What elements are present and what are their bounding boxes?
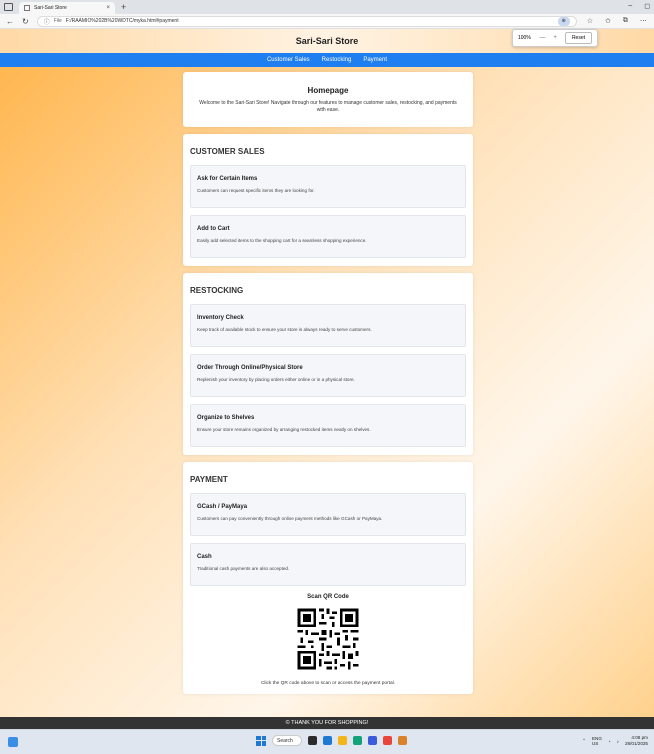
web-page: Sari-Sari Store Customer Sales Restockin… <box>0 29 654 729</box>
site-nav: Customer Sales Restocking Payment <box>0 53 654 67</box>
taskbar-apps: Search <box>256 735 407 746</box>
qr-code-image[interactable] <box>295 606 361 672</box>
feature-card: Ask for Certain Items Customers can requ… <box>190 165 466 208</box>
section-title: RESTOCKING <box>190 286 244 295</box>
feature-text: Customers can request specific items the… <box>197 188 315 193</box>
zoom-level: 100% <box>518 35 531 41</box>
browser-tab-bar: Sari-Sari Store × + – ◻ <box>0 0 654 14</box>
taskbar-search[interactable]: Search <box>272 735 302 746</box>
info-icon[interactable]: ⓘ <box>44 17 50 26</box>
chat-icon[interactable] <box>323 736 332 745</box>
homepage-card: Homepage Welcome to the Sari-Sari Store!… <box>183 72 473 127</box>
url-scheme-label: File <box>53 18 62 24</box>
feature-text: Keep track of available stock to ensure … <box>197 327 372 332</box>
store-icon[interactable] <box>368 736 377 745</box>
window-controls: – ◻ <box>628 2 650 10</box>
taskbar: Search ⌃ ENG US ◔ ♪ 4:08 pm 28/01/2025 <box>0 729 654 754</box>
maximize-icon[interactable]: ◻ <box>644 2 650 10</box>
favorites-list-icon[interactable]: ✩ <box>605 17 611 25</box>
feature-title: Order Through Online/Physical Store <box>197 365 303 371</box>
task-view-icon[interactable] <box>308 736 317 745</box>
lang-indicator[interactable]: ENG US <box>592 736 602 746</box>
chrome-icon[interactable] <box>383 736 392 745</box>
more-icon[interactable]: ⋯ <box>640 17 647 25</box>
browser-tab[interactable]: Sari-Sari Store × <box>19 2 115 14</box>
zoom-reset-button[interactable]: Reset <box>564 32 592 44</box>
minimize-icon[interactable]: – <box>628 2 632 10</box>
favorite-icon[interactable]: ☆ <box>587 17 593 25</box>
restocking-section: RESTOCKING Inventory Check Keep track of… <box>183 273 473 455</box>
edge-icon[interactable] <box>353 736 362 745</box>
site-footer: © THANK YOU FOR SHOPPING! <box>0 717 654 729</box>
main-content: Homepage Welcome to the Sari-Sari Store!… <box>183 72 473 694</box>
feature-card: Cash Traditional cash payments are also … <box>190 543 466 586</box>
feature-title: GCash / PayMaya <box>197 504 248 510</box>
chevron-up-icon[interactable]: ⌃ <box>582 738 586 744</box>
start-icon[interactable] <box>256 735 266 746</box>
page-icon <box>24 5 30 11</box>
zoom-popup: 100% — + Reset <box>512 29 598 47</box>
feature-text: Customers can pay conveniently through o… <box>197 516 383 521</box>
clock[interactable]: 4:08 pm 28/01/2025 <box>625 735 648 747</box>
refresh-icon[interactable]: ↻ <box>22 17 29 26</box>
feature-card: GCash / PayMaya Customers can pay conven… <box>190 493 466 536</box>
homepage-text: Welcome to the Sari-Sari Store! Navigate… <box>199 100 457 113</box>
nav-link-restocking[interactable]: Restocking <box>322 57 352 63</box>
zoom-indicator-icon[interactable]: ⊕ <box>557 16 570 26</box>
zoom-out-button[interactable]: — <box>539 35 545 41</box>
widgets-icon[interactable] <box>8 737 18 747</box>
back-icon[interactable]: ← <box>6 17 14 26</box>
feature-title: Inventory Check <box>197 315 244 321</box>
wifi-icon[interactable]: ◔ <box>608 739 611 744</box>
address-bar-row: ← ↻ ⓘ File F:/RAAMIO%202B%20WDTC/myka.ht… <box>0 14 654 29</box>
payment-section: PAYMENT GCash / PayMaya Customers can pa… <box>183 462 473 694</box>
qr-caption: Click the QR code above to scan or acces… <box>260 681 396 686</box>
feature-card: Order Through Online/Physical Store Repl… <box>190 354 466 397</box>
volume-icon[interactable]: ♪ <box>617 739 619 744</box>
feature-card: Inventory Check Keep track of available … <box>190 304 466 347</box>
nav-link-customer-sales[interactable]: Customer Sales <box>267 57 310 63</box>
section-title: PAYMENT <box>190 475 228 484</box>
clock-date: 28/01/2025 <box>625 741 648 746</box>
browser-toolbar: ☆ ✩ ⧉ ⋯ <box>587 17 647 25</box>
zoom-in-button[interactable]: + <box>553 35 557 41</box>
qr-block: Scan QR Code Click the QR code above to … <box>190 594 466 686</box>
feature-card: Add to Cart Easily add selected items to… <box>190 215 466 258</box>
feature-card: Organize to Shelves Ensure your store re… <box>190 404 466 447</box>
section-title: CUSTOMER SALES <box>190 147 265 156</box>
system-tray: ⌃ ENG US ◔ ♪ 4:08 pm 28/01/2025 <box>582 735 648 747</box>
clock-time: 4:08 pm <box>631 735 648 740</box>
address-bar[interactable]: ⓘ File F:/RAAMIO%202B%20WDTC/myka.html#p… <box>36 15 577 27</box>
tab-close-icon[interactable]: × <box>106 5 110 11</box>
feature-text: Traditional cash payments are also accep… <box>197 566 290 571</box>
customer-sales-section: CUSTOMER SALES Ask for Certain Items Cus… <box>183 134 473 266</box>
url-text: F:/RAAMIO%202B%20WDTC/myka.html#payment <box>65 18 179 24</box>
file-explorer-icon[interactable] <box>338 736 347 745</box>
homepage-heading: Homepage <box>307 86 349 95</box>
window-menu-icon[interactable] <box>4 3 13 11</box>
extensions-icon[interactable]: ⧉ <box>623 17 628 25</box>
tab-title: Sari-Sari Store <box>34 5 67 11</box>
new-tab-button[interactable]: + <box>121 2 126 12</box>
feature-title: Ask for Certain Items <box>197 176 258 182</box>
app-icon[interactable] <box>398 736 407 745</box>
feature-title: Organize to Shelves <box>197 415 255 421</box>
qr-title: Scan QR Code <box>307 594 349 600</box>
feature-title: Add to Cart <box>197 226 230 232</box>
feature-text: Replenish your inventory by placing orde… <box>197 377 355 382</box>
nav-link-payment[interactable]: Payment <box>363 57 387 63</box>
feature-text: Ensure your store remains organized by a… <box>197 427 371 432</box>
feature-title: Cash <box>197 554 212 560</box>
feature-text: Easily add selected items to the shoppin… <box>197 238 367 243</box>
